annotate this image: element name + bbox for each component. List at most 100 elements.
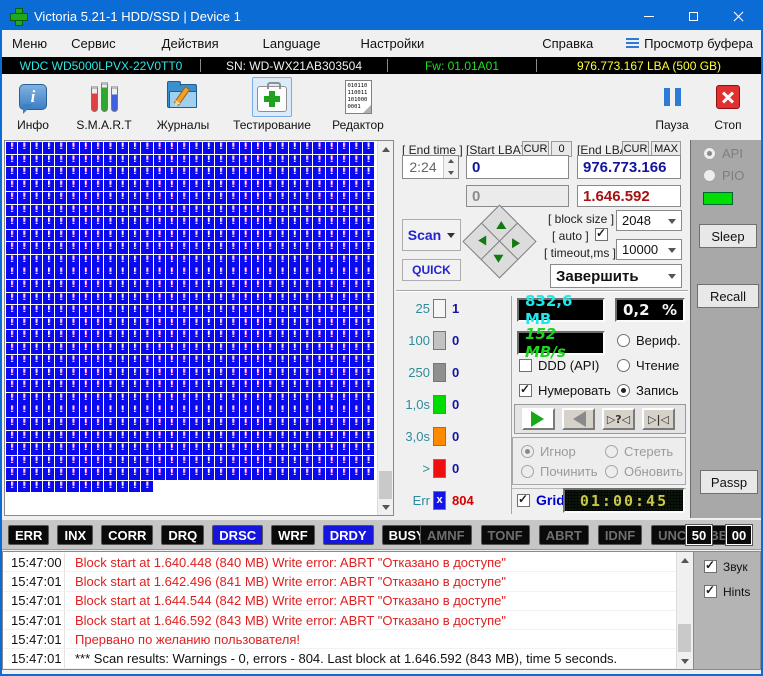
scroll-up-icon[interactable] [378,141,394,157]
block-cell: ! [154,330,165,342]
block-cell: ! [289,380,300,392]
seek-question-button[interactable]: ▷?◁ [602,408,635,430]
verify-radio[interactable] [617,334,630,347]
info-button[interactable]: i Инфо [4,74,62,132]
passp-button[interactable]: Passp [700,470,758,494]
status-badge-corr: CORR [101,525,153,545]
block-cell: ! [326,418,337,430]
block-cell: ! [154,305,165,317]
seek-pad [468,210,532,274]
log-scroll-up-icon[interactable] [677,552,693,568]
block-cell: ! [18,230,29,242]
buffer-view-button[interactable]: Просмотр буфера [626,36,753,51]
block-cell: ! [313,192,324,204]
sleep-button[interactable]: Sleep [699,224,757,248]
menu-item-3[interactable]: Действия [162,32,219,55]
log-scroll-thumb[interactable] [678,624,691,652]
block-cell: ! [277,242,288,254]
block-cell: ! [67,217,78,229]
menu-item-4[interactable]: Language [263,32,321,55]
ddd-checkbox[interactable] [519,359,532,372]
block-cell: ! [67,155,78,167]
block-size-combo[interactable]: 2048 [616,210,682,231]
grid-checkbox[interactable] [517,494,530,507]
block-cell: ! [104,305,115,317]
block-cell: ! [264,267,275,279]
block-cell: ! [301,280,312,292]
block-cell: ! [141,355,152,367]
after-scan-action-combo[interactable]: Завершить [550,264,682,288]
block-map-scrollbar[interactable] [377,141,393,515]
block-cell: ! [277,255,288,267]
quick-button[interactable]: QUICK [402,259,461,281]
block-cell: ! [289,205,300,217]
block-cell: ! [154,393,165,405]
block-cell: ! [104,205,115,217]
block-cell: ! [31,155,42,167]
close-button[interactable] [716,2,761,30]
block-cell: ! [240,155,251,167]
block-cell: ! [252,418,263,430]
minimize-button[interactable] [626,2,671,30]
log-time: 15:47:00 [3,553,65,571]
menu-item-1[interactable]: Меню [12,32,47,55]
pio-label: PIO [722,168,744,183]
block-cell: ! [67,468,78,480]
block-cell: ! [313,142,324,154]
block-cell: ! [350,368,361,380]
numerate-checkbox[interactable] [519,384,532,397]
block-cell: ! [203,355,214,367]
scan-button[interactable]: Scan [402,219,461,251]
end-time-spinner[interactable]: 2:24 [402,155,459,179]
recall-button[interactable]: Recall [697,284,759,308]
block-cell: ! [141,205,152,217]
test-button[interactable]: Тестирование [224,74,320,132]
pause-button[interactable]: Пауза [645,74,699,132]
editor-button[interactable]: 0101101100111010000001 Редактор [320,74,396,132]
block-cell: ! [80,230,91,242]
log-scrollbar[interactable] [676,552,693,669]
block-cell: ! [301,468,312,480]
end-lba-input[interactable]: 976.773.166 [577,155,681,179]
block-cell: ! [264,242,275,254]
seek-end-icon: ▷|◁ [648,413,669,426]
menu-item-2[interactable]: Сервис [71,32,116,55]
block-cell: ! [264,456,275,468]
block-cell: ! [350,355,361,367]
block-cell: ! [240,443,251,455]
scroll-down-icon[interactable] [378,499,394,515]
block-cell: ! [363,180,374,192]
scroll-thumb[interactable] [379,471,392,499]
spin-up-icon[interactable] [444,156,458,167]
info-icon: i [19,84,47,110]
stop-button[interactable]: Стоп [701,74,755,132]
drive-model: WDC WD5000LPVX-22V0TT0 [2,59,200,73]
block-cell: ! [80,205,91,217]
maximize-button[interactable] [671,2,716,30]
menu-item-6[interactable]: Справка [542,32,593,55]
write-radio[interactable] [617,384,630,397]
spin-down-icon[interactable] [444,167,458,178]
play-button[interactable] [522,408,555,430]
block-cell: ! [240,318,251,330]
block-cell: ! [301,167,312,179]
block-cell: ! [92,468,103,480]
auto-checkbox[interactable] [595,228,608,241]
logs-button[interactable]: Журналы [146,74,220,132]
menu-item-5[interactable]: Настройки [360,32,424,55]
log-scroll-down-icon[interactable] [677,653,693,669]
smart-button[interactable]: S.M.A.R.T [68,74,140,132]
log-time: 15:47:01 [3,592,65,610]
start-lba-input[interactable]: 0 [466,155,569,179]
block-cell: ! [80,355,91,367]
block-cell: ! [203,167,214,179]
seek-end-button[interactable]: ▷|◁ [642,408,675,430]
back-button[interactable] [562,408,595,430]
block-cell: ! [215,431,226,443]
hints-checkbox[interactable] [704,585,717,598]
block-cell: ! [104,230,115,242]
read-radio[interactable] [617,359,630,372]
timeout-combo[interactable]: 10000 [616,239,682,260]
block-cell: ! [264,293,275,305]
sound-checkbox[interactable] [704,560,717,573]
